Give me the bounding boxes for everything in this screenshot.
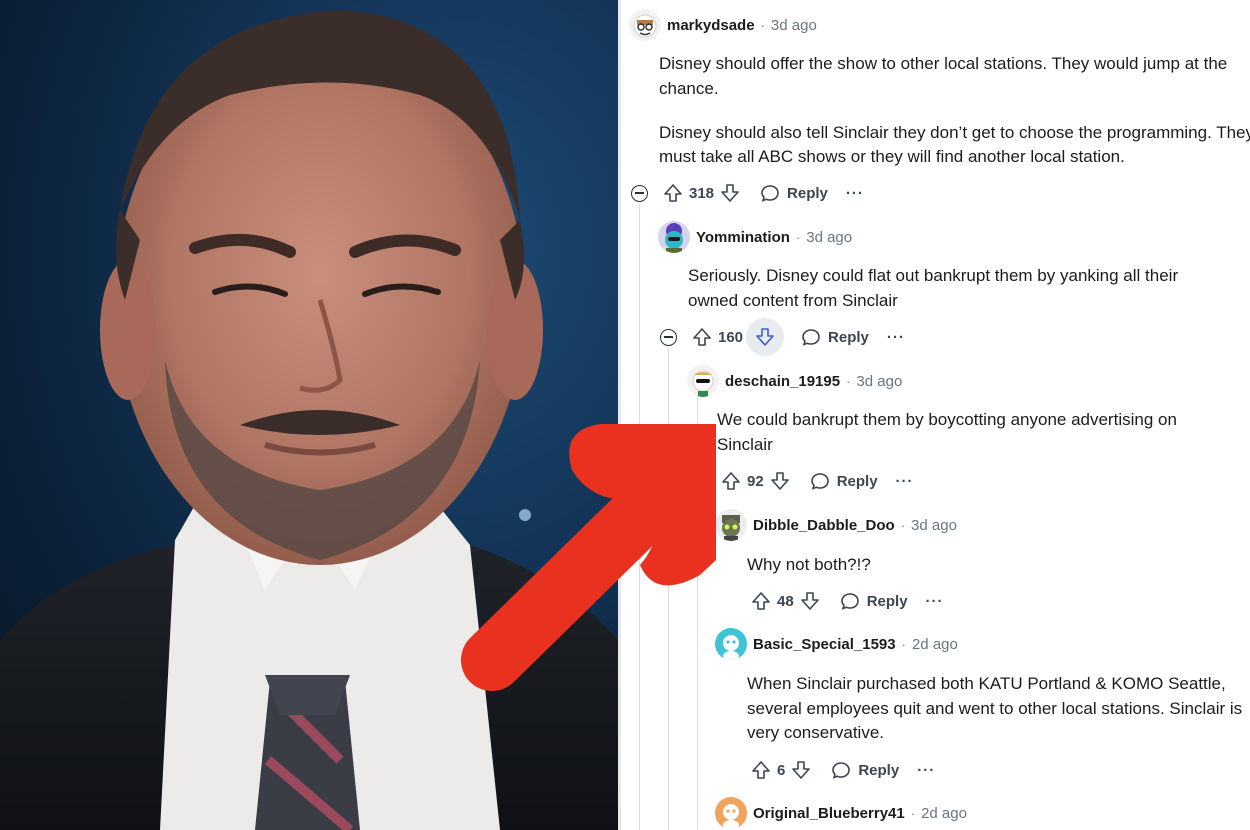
timestamp[interactable]: 2d ago xyxy=(912,636,958,653)
upvote-arrow-icon[interactable] xyxy=(660,180,686,206)
upvote-arrow-icon[interactable] xyxy=(748,757,774,783)
ellipsis-icon[interactable]: ··· xyxy=(887,329,905,346)
reply-label: Reply xyxy=(787,184,828,202)
snoo-avatar-icon xyxy=(692,370,714,397)
comment-actions: 318 Reply ··· xyxy=(660,175,864,211)
separator-dot: · xyxy=(901,636,906,652)
timestamp[interactable]: 3d ago xyxy=(911,517,957,534)
vote-score: 92 xyxy=(747,472,764,490)
snoo-avatar-icon xyxy=(633,14,657,38)
ellipsis-icon[interactable]: ··· xyxy=(917,762,935,779)
timestamp[interactable]: 3d ago xyxy=(771,17,817,34)
upvote-arrow-icon[interactable] xyxy=(689,324,715,350)
separator-dot: · xyxy=(760,17,765,33)
downvote-arrow-icon[interactable] xyxy=(788,757,814,783)
ellipsis-icon[interactable]: ··· xyxy=(896,473,914,490)
snoo-avatar-icon xyxy=(723,635,739,660)
username[interactable]: Original_Blueberry41 xyxy=(753,805,905,822)
chat-bubble-icon xyxy=(807,468,833,494)
comment-actions: 6 Reply ··· xyxy=(748,752,935,788)
separator-dot: · xyxy=(900,517,906,533)
comment-body: We could bankrupt them by boycotting any… xyxy=(717,408,1227,457)
comment-header: Dibble_Dabble_Doo · 3d ago xyxy=(715,508,957,542)
username[interactable]: markydsade xyxy=(667,17,755,34)
timestamp[interactable]: 2d ago xyxy=(921,805,967,822)
reply-button[interactable]: Reply xyxy=(757,180,828,206)
reply-button[interactable]: Reply xyxy=(837,588,908,614)
username[interactable]: deschain_19195 xyxy=(725,373,840,390)
chat-bubble-icon xyxy=(757,180,783,206)
thread-line xyxy=(697,395,698,830)
avatar[interactable] xyxy=(687,365,719,397)
reply-button[interactable]: Reply xyxy=(807,468,878,494)
timestamp[interactable]: 3d ago xyxy=(806,229,852,246)
username[interactable]: Yommination xyxy=(696,229,790,246)
upvote-arrow-icon[interactable] xyxy=(718,468,744,494)
vote-score: 48 xyxy=(777,592,794,610)
avatar[interactable] xyxy=(715,797,747,829)
comment-header: Original_Blueberry41 · 2d ago xyxy=(715,796,967,830)
comment-header: Basic_Special_1593 · 2d ago xyxy=(715,627,958,661)
username[interactable]: Dibble_Dabble_Doo xyxy=(753,517,895,534)
reply-button[interactable]: Reply xyxy=(798,324,869,350)
vote-score: 6 xyxy=(777,761,786,779)
timestamp[interactable]: 3d ago xyxy=(856,373,902,390)
separator-dot: · xyxy=(910,805,916,821)
collapse-minus-icon[interactable] xyxy=(660,329,677,346)
comment-header: markydsade · 3d ago xyxy=(629,8,817,42)
comment-paragraph: When Sinclair purchased both KATU Portla… xyxy=(747,674,1243,742)
reply-label: Reply xyxy=(858,761,900,779)
comment-paragraph: Disney should also tell Sinclair they do… xyxy=(659,122,1250,167)
comment-body: When Sinclair purchased both KATU Portla… xyxy=(747,672,1250,746)
snoo-avatar-icon xyxy=(665,223,683,253)
collapse-minus-icon[interactable] xyxy=(631,185,648,202)
separator-dot: · xyxy=(846,373,851,389)
comment-actions: 48 Reply ··· xyxy=(748,583,944,619)
username[interactable]: Basic_Special_1593 xyxy=(753,636,896,653)
reply-label: Reply xyxy=(866,592,908,610)
avatar[interactable] xyxy=(658,221,690,253)
snoo-avatar-icon xyxy=(723,804,739,829)
downvote-arrow-icon[interactable] xyxy=(797,588,823,614)
snoo-avatar-icon xyxy=(722,515,740,541)
thread-line xyxy=(639,204,640,830)
comment-paragraph: Seriously. Disney could flat out bankrup… xyxy=(688,266,1179,310)
comment-actions: 92 Reply ··· xyxy=(718,463,914,499)
comment-header: Yommination · 3d ago xyxy=(658,220,852,254)
avatar[interactable] xyxy=(715,509,747,541)
comment-header: deschain_19195 · 3d ago xyxy=(687,364,902,398)
chat-bubble-icon xyxy=(828,757,854,783)
upvote-arrow-icon[interactable] xyxy=(748,588,774,614)
thread-line xyxy=(668,348,669,830)
reply-label: Reply xyxy=(828,328,869,346)
ellipsis-icon[interactable]: ··· xyxy=(846,185,864,202)
comment-body: Why not both?!? xyxy=(747,553,1227,578)
host-portrait-illustration xyxy=(0,10,618,830)
comment-actions: 160 Reply ··· xyxy=(689,318,905,356)
chat-bubble-icon xyxy=(837,588,863,614)
reddit-comment-thread: markydsade · 3d ago Disney should offer … xyxy=(621,0,1250,830)
avatar[interactable] xyxy=(629,9,661,41)
reply-button[interactable]: Reply xyxy=(828,757,899,783)
host-photo xyxy=(0,0,618,830)
vote-score: 160 xyxy=(718,328,744,346)
downvote-arrow-icon[interactable] xyxy=(767,468,793,494)
downvote-arrow-icon[interactable] xyxy=(746,318,785,356)
comment-paragraph: Why not both?!? xyxy=(747,555,871,574)
reply-label: Reply xyxy=(836,472,878,490)
comment-body: Disney should offer the show to other lo… xyxy=(659,52,1250,170)
ellipsis-icon[interactable]: ··· xyxy=(926,593,944,610)
downvote-arrow-icon[interactable] xyxy=(717,180,743,206)
comment-body: Seriously. Disney could flat out bankrup… xyxy=(688,264,1228,313)
separator-dot: · xyxy=(795,229,801,245)
chat-bubble-icon xyxy=(798,324,824,350)
vote-score: 318 xyxy=(689,184,715,202)
comment-paragraph: Disney should offer the show to other lo… xyxy=(659,54,1228,98)
comment-paragraph: We could bankrupt them by boycotting any… xyxy=(717,410,1177,454)
avatar[interactable] xyxy=(715,628,747,660)
